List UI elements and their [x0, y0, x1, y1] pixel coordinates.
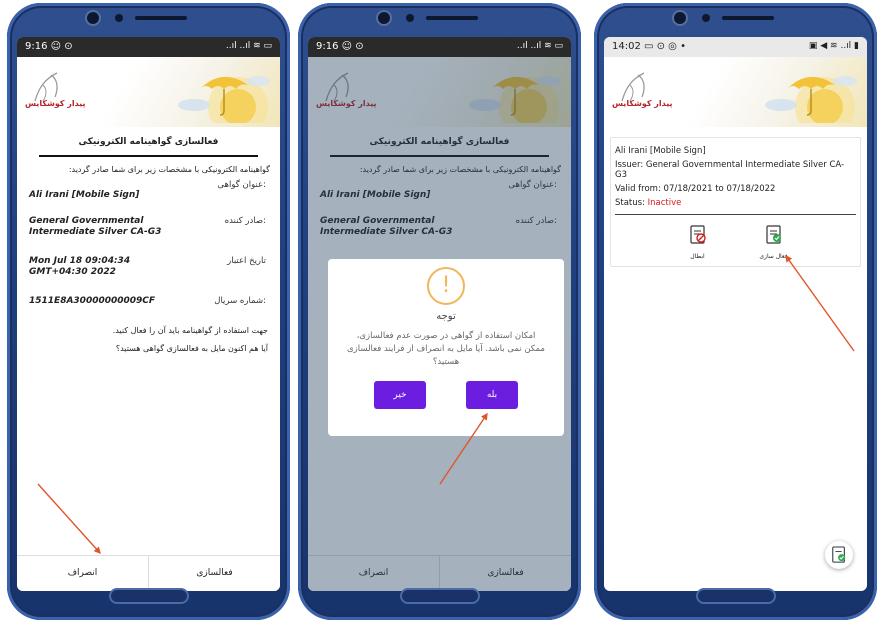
sensor-dot [406, 14, 414, 22]
revoke-icon [689, 225, 706, 244]
logo-text: پیدار کوشکایس [612, 99, 673, 108]
status-time: 9:16 ☺ ⊙ [316, 41, 364, 52]
field-label: تاریخ اعتبار [227, 256, 266, 266]
yes-button[interactable]: بله [466, 381, 518, 409]
sun-umbrella-icon [178, 76, 270, 123]
certificate-issuer: Issuer: General Governmental Intermediat… [615, 160, 845, 180]
phone-top-bezel [298, 3, 581, 41]
tutorial-stage: 9:16 ☺ ⊙ ..ıl ..ıl ≋ ▭ پیدار کوشکایس فعا… [0, 0, 880, 623]
confirm-dialog: ! توجه امکان استفاده از گواهی در صورت عد… [328, 259, 564, 436]
status-icons: ..ıl ..ıl ≋ ▭ [225, 41, 272, 51]
certificate-status: Status: Inactive [611, 198, 860, 208]
screen-activation: 9:16 ☺ ⊙ ..ıl ..ıl ≋ ▭ پیدار کوشکایس فعا… [17, 37, 280, 591]
status-label: Status: [615, 198, 645, 208]
status-time: 9:16 ☺ ⊙ [25, 41, 73, 52]
card-divider [615, 214, 856, 215]
speaker-slit [722, 16, 774, 20]
warning-icon: ! [427, 267, 465, 305]
speaker-slit [426, 16, 478, 20]
logo-text: پیدار کوشکایس [25, 99, 86, 108]
activation-question: آیا هم اکنون مایل به فعالسازی گواهی هستی… [115, 344, 268, 353]
activate-icon [765, 225, 781, 244]
phone-bottom-bezel [7, 572, 290, 620]
app-header: پیدار کوشکایس [17, 57, 280, 127]
status-bar: 9:16 ☺ ⊙ ..ıl ..ıl ≋ ▭ [308, 37, 571, 57]
screen-certificate-list: 14:02 ▭ ⊙ ◎ • ▣ ◀ ≋ ..ıl ▮ پیدار کوشکایس [604, 37, 867, 591]
home-button[interactable] [695, 588, 776, 604]
field-row-issuer: صادر کننده: General Governmental Interme… [17, 214, 280, 248]
phone-2: 9:16 ☺ ⊙ ..ıl ..ıl ≋ ▭ پیدار کوشکایس فعا… [298, 3, 581, 620]
sensor-dot [115, 14, 123, 22]
field-row-title: عنوان گواهی: Ali Irani [Mobile Sign] [17, 178, 280, 208]
fab-certificate-icon [832, 546, 846, 563]
field-label: عنوان گواهی: [217, 180, 266, 190]
certificate-validity: Valid from: 07/18/2021 to 07/18/2022 [615, 184, 776, 194]
revoke-button[interactable]: ابطال [678, 225, 718, 260]
revoke-label: ابطال [690, 253, 705, 260]
front-camera [378, 12, 390, 24]
status-bar: 9:16 ☺ ⊙ ..ıl ..ıl ≋ ▭ [17, 37, 280, 57]
activation-note: جهت استفاده از گواهینامه باید آن را فعال… [112, 326, 268, 335]
field-label: شماره سریال: [214, 296, 266, 306]
field-value: Ali Irani [Mobile Sign] [29, 190, 140, 200]
intro-text: گواهینامه الکترونیکی با مشخصات زیر برای … [68, 165, 270, 174]
certificate-actions: ابطال فعال سازی [611, 221, 860, 260]
dialog-message: امکان استفاده از گواهی در صورت عدم فعالس… [347, 331, 545, 367]
phone-top-bezel [594, 3, 877, 41]
phone-3: 14:02 ▭ ⊙ ◎ • ▣ ◀ ≋ ..ıl ▮ پیدار کوشکایس [594, 3, 877, 620]
home-button[interactable] [399, 588, 480, 604]
field-row-serial: شماره سریال: 1511E8A30000000009CF [17, 294, 280, 316]
home-button[interactable] [108, 588, 189, 604]
phone-bottom-bezel [594, 572, 877, 620]
status-bar: 14:02 ▭ ⊙ ◎ • ▣ ◀ ≋ ..ıl ▮ [604, 37, 867, 57]
page-title: فعالسازی گواهینامه الکترونیکی [78, 137, 219, 147]
title-divider [39, 155, 258, 157]
screen-cancel-confirm: 9:16 ☺ ⊙ ..ıl ..ıl ≋ ▭ پیدار کوشکایس فعا… [308, 37, 571, 591]
certificate-name: Ali Irani [Mobile Sign] [615, 146, 706, 156]
field-value: Mon Jul 18 09:04:34 GMT+04:30 2022 [29, 256, 131, 277]
status-time: 14:02 ▭ ⊙ ◎ • [612, 41, 686, 52]
field-value: 1511E8A30000000009CF [29, 296, 156, 306]
field-label: صادر کننده: [224, 216, 266, 226]
sensor-dot [702, 14, 710, 22]
activate-label: فعال سازی [759, 253, 788, 260]
fab-add-certificate[interactable] [825, 541, 853, 569]
front-camera [87, 12, 99, 24]
phone-bottom-bezel [298, 572, 581, 620]
no-button[interactable]: خیر [374, 381, 426, 409]
phone-1: 9:16 ☺ ⊙ ..ıl ..ıl ≋ ▭ پیدار کوشکایس فعا… [7, 3, 290, 620]
dialog-buttons: خیر بله [328, 381, 564, 409]
activate-action-button[interactable]: فعال سازی [754, 225, 794, 260]
field-value: General Governmental Intermediate Silver… [29, 216, 162, 237]
app-header: پیدار کوشکایس [604, 57, 867, 127]
status-badge: Inactive [647, 198, 682, 208]
status-icons: ▣ ◀ ≋ ..ıl ▮ [808, 41, 859, 51]
status-icons: ..ıl ..ıl ≋ ▭ [516, 41, 563, 51]
certificate-card[interactable]: Ali Irani [Mobile Sign] Issuer: General … [610, 137, 861, 267]
front-camera [674, 12, 686, 24]
field-row-validity: تاریخ اعتبار Mon Jul 18 09:04:34 GMT+04:… [17, 254, 280, 288]
sun-umbrella-icon [765, 76, 857, 123]
phone-top-bezel [7, 3, 290, 41]
speaker-slit [135, 16, 187, 20]
dialog-title: توجه [436, 311, 456, 322]
